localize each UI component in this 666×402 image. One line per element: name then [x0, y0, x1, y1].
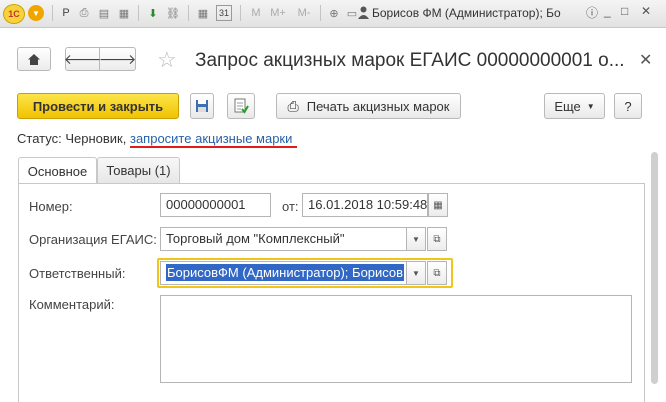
main-menu-chevron-icon[interactable]: ▼: [28, 5, 44, 21]
current-user: Борисов ФМ (Администратор); Бо: [372, 6, 561, 20]
printer-icon: ⎙: [287, 97, 299, 114]
page-title: Запрос акцизных марок ЕГАИС 00000000001 …: [195, 50, 625, 71]
favorite-star-icon[interactable]: ☆: [157, 47, 177, 73]
comment-textarea[interactable]: [160, 295, 632, 383]
post-button[interactable]: [227, 93, 255, 119]
print-marks-button[interactable]: ⎙ Печать акцизных марок: [276, 93, 461, 119]
minimize-icon[interactable]: _: [604, 4, 611, 18]
more-button[interactable]: Еще ▼: [544, 93, 605, 119]
app-logo[interactable]: 1С: [3, 4, 25, 24]
responsible-label: Ответственный:: [29, 266, 126, 281]
responsible-value: БорисовФМ (Администратор); Борисов: [166, 264, 405, 281]
p-text-button[interactable]: P: [57, 4, 75, 22]
user-icon: [358, 6, 369, 19]
responsible-field[interactable]: БорисовФМ (Администратор); Борисов: [160, 261, 407, 285]
divider: [138, 5, 139, 21]
floppy-disk-icon: [196, 100, 208, 112]
calendar-icon: ▦: [433, 199, 443, 211]
open-window-icon: ⧉: [433, 267, 441, 279]
calculator-icon[interactable]: ▦: [194, 4, 212, 22]
open-window-icon: ⧉: [433, 233, 441, 245]
print-icon[interactable]: ⎙: [75, 4, 93, 22]
close-window-icon[interactable]: ✕: [641, 4, 651, 18]
info-icon[interactable]: ⓘ: [586, 4, 598, 21]
print-marks-label: Печать акцизных марок: [306, 98, 450, 114]
divider: [320, 5, 321, 21]
more-label: Еще: [554, 98, 581, 114]
close-form-icon[interactable]: ✕: [639, 50, 652, 70]
chevron-down-icon: ▼: [586, 101, 595, 111]
status-label: Статус:: [17, 131, 62, 146]
post-document-icon: [234, 98, 249, 114]
zoom-icon[interactable]: ⊕: [325, 4, 343, 22]
home-icon: [28, 53, 40, 65]
divider: [240, 5, 241, 21]
number-field[interactable]: 00000000001: [160, 193, 271, 217]
link-icon[interactable]: ⛓: [164, 4, 182, 22]
forward-button[interactable]: 🡒: [98, 47, 137, 71]
chevron-down-icon: ▼: [412, 268, 420, 278]
print-setup-icon[interactable]: ▦: [115, 4, 133, 22]
date-field[interactable]: 16.01.2018 10:59:48: [302, 193, 428, 217]
app-titlebar: 1С ▼ P ⎙ ▤ ▦ ⬇ ⛓ ▦ 31 M M+ M- ⊕ ▭ Борисо…: [0, 0, 666, 28]
memory-m-button[interactable]: M: [247, 4, 265, 22]
status-line: Статус: Черновик, запросите акцизные мар…: [17, 131, 292, 146]
memory-minus-button[interactable]: M-: [293, 4, 315, 22]
post-and-close-button[interactable]: Провести и закрыть: [17, 93, 179, 119]
memory-plus-button[interactable]: M+: [266, 4, 290, 22]
tab-goods[interactable]: Товары (1): [97, 157, 180, 183]
request-marks-link[interactable]: запросите акцизные марки: [130, 131, 292, 146]
print-preview-icon[interactable]: ▤: [95, 4, 113, 22]
back-button[interactable]: 🡐: [63, 47, 102, 71]
divider: [52, 5, 53, 21]
home-button[interactable]: [17, 47, 51, 71]
help-button[interactable]: ?: [614, 93, 642, 119]
calendar-icon[interactable]: 31: [216, 5, 232, 21]
number-label: Номер:: [29, 199, 73, 214]
responsible-dropdown-button[interactable]: ▼: [406, 261, 426, 285]
arrow-right-icon: 🡒: [98, 50, 137, 67]
vertical-scrollbar[interactable]: [651, 152, 658, 384]
date-from-label: от:: [282, 199, 299, 214]
maximize-icon[interactable]: □: [621, 4, 628, 18]
highlight-underline: [130, 146, 297, 148]
date-picker-button[interactable]: ▦: [428, 193, 448, 217]
tab-main[interactable]: Основное: [18, 157, 97, 184]
chevron-down-icon: ▼: [412, 234, 420, 244]
org-open-button[interactable]: ⧉: [427, 227, 447, 251]
org-field[interactable]: Торговый дом "Комплексный": [160, 227, 407, 251]
responsible-open-button[interactable]: ⧉: [427, 261, 447, 285]
status-value: Черновик,: [65, 131, 127, 146]
save-button[interactable]: [190, 93, 214, 119]
save-file-icon[interactable]: ⬇: [144, 4, 162, 22]
org-label: Организация ЕГАИС:: [29, 232, 157, 247]
arrow-left-icon: 🡐: [63, 50, 102, 67]
comment-label: Комментарий:: [29, 297, 115, 312]
org-dropdown-button[interactable]: ▼: [406, 227, 426, 251]
divider: [188, 5, 189, 21]
